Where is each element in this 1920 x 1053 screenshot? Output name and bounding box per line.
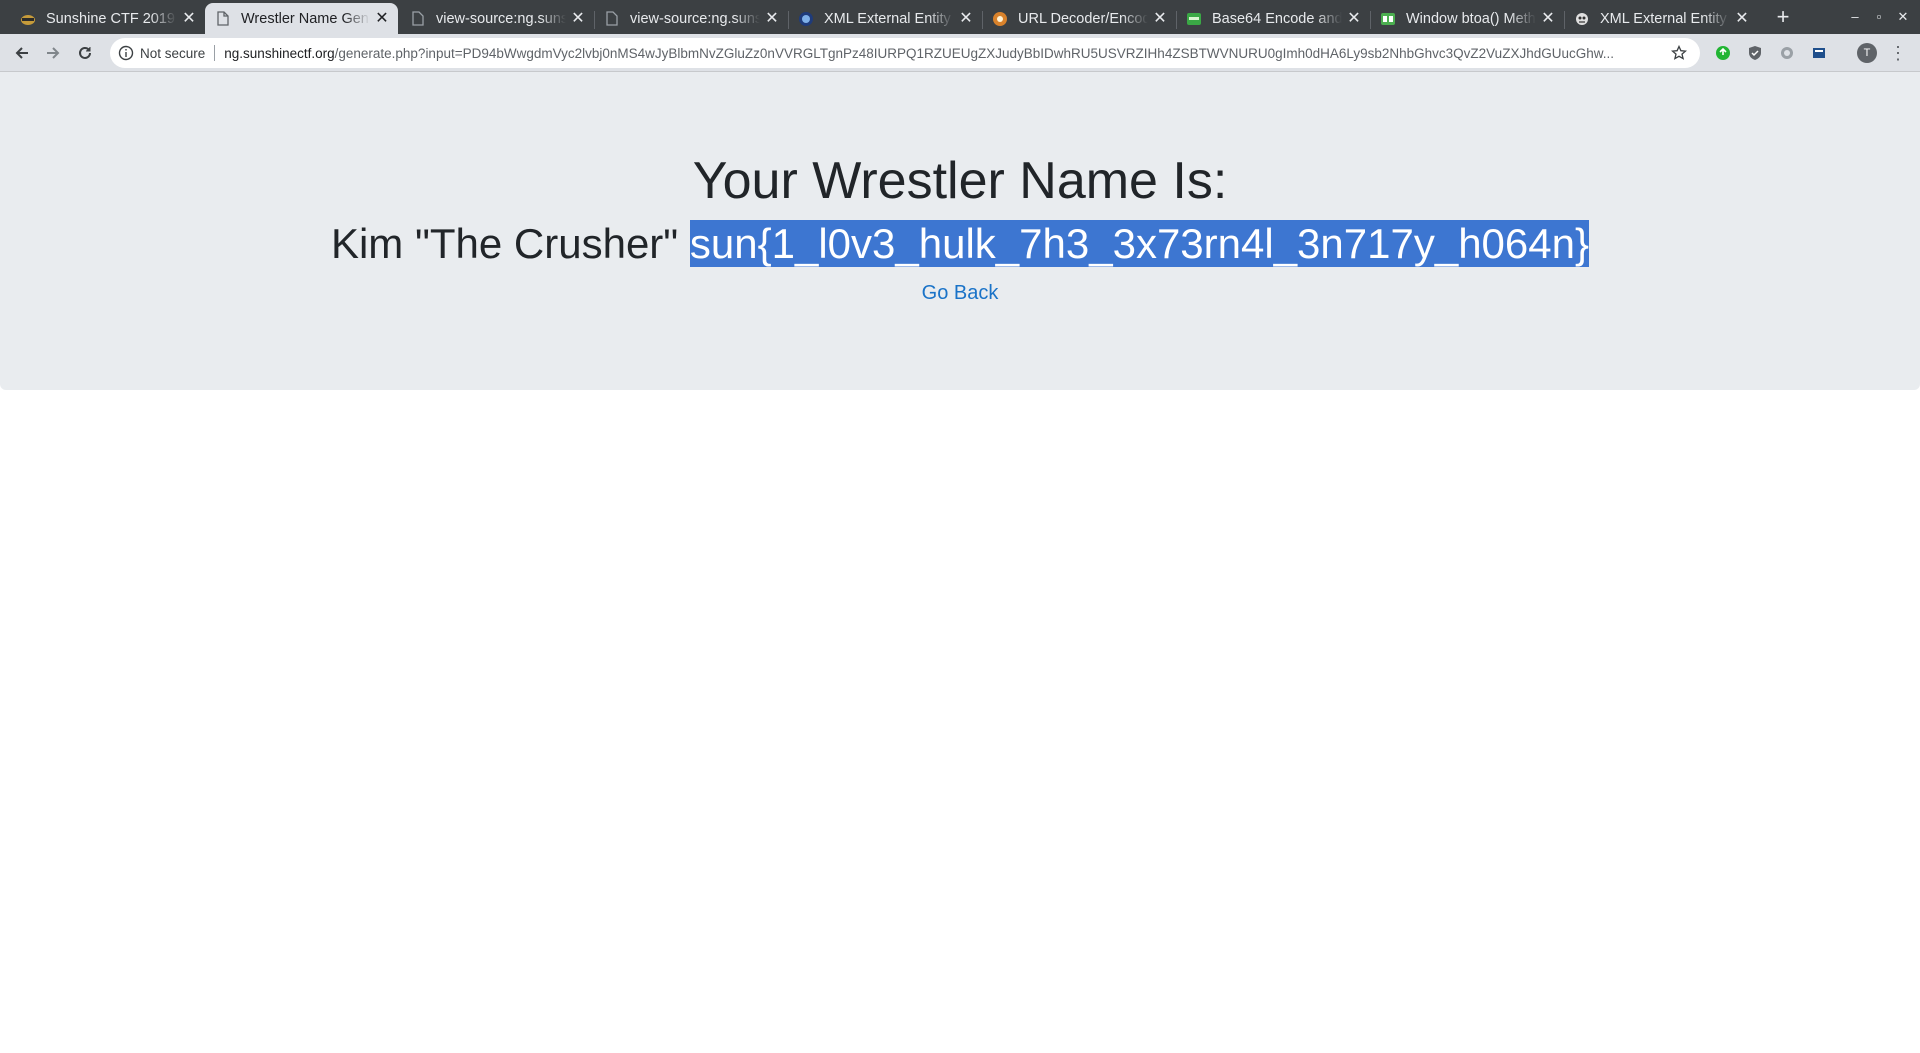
back-button[interactable] xyxy=(10,41,34,65)
bookmark-star-icon[interactable] xyxy=(1668,42,1690,64)
tab-close-icon[interactable]: ✕ xyxy=(1734,10,1750,27)
tab-wrestler-name-generator[interactable]: Wrestler Name Generator ✕ xyxy=(205,3,398,34)
b64-icon xyxy=(1186,11,1202,27)
page-icon xyxy=(410,11,426,27)
wrestler-name: Kim "The Crusher" sun{1_l0v3_hulk_7h3_3x… xyxy=(0,220,1920,268)
forward-button[interactable] xyxy=(41,41,65,65)
tab-title: URL Decoder/Encoder xyxy=(1018,10,1148,27)
info-icon[interactable] xyxy=(118,45,134,61)
flag-text-selected[interactable]: sun{1_l0v3_hulk_7h3_3x73rn4l_3n717y_h064… xyxy=(689,220,1590,267)
new-tab-button[interactable]: + xyxy=(1772,6,1794,28)
reload-icon xyxy=(79,46,91,59)
omnibox-divider xyxy=(214,45,216,61)
extension-circle-icon[interactable] xyxy=(1778,44,1796,62)
tab-close-icon[interactable]: ✕ xyxy=(1152,10,1168,27)
tab-title: XML External Entity xyxy=(1600,10,1727,27)
tab-url-decoder[interactable]: URL Decoder/Encoder ✕ xyxy=(982,3,1176,34)
tab-close-icon[interactable]: ✕ xyxy=(764,10,780,27)
security-label[interactable]: Not secure xyxy=(140,46,205,61)
globe-icon xyxy=(798,11,814,27)
url-host: ng.sunshinectf.org xyxy=(224,45,335,61)
tab-title: Sunshine CTF 2019 xyxy=(46,10,175,27)
page-icon xyxy=(604,11,620,27)
tab-view-source-2[interactable]: view-source:ng.sunshinectf.org ✕ xyxy=(594,3,788,34)
tab-close-icon[interactable]: ✕ xyxy=(570,10,586,27)
go-back-link-container: Go Back xyxy=(0,282,1920,305)
profile-avatar[interactable]: T xyxy=(1857,43,1877,63)
tab-strip: Sunshine CTF 2019 ✕ Wrestler Name Genera… xyxy=(0,0,1920,34)
sunshine-ctf-favicon-icon xyxy=(20,11,36,27)
browser-toolbar: Not secure ng.sunshinectf.org/generate.p… xyxy=(0,34,1920,72)
address-bar[interactable]: Not secure ng.sunshinectf.org/generate.p… xyxy=(110,38,1700,68)
tab-close-icon[interactable]: ✕ xyxy=(1346,10,1362,27)
browser-menu-icon[interactable]: ⋮ xyxy=(1888,43,1908,63)
tab-sunshine-ctf[interactable]: Sunshine CTF 2019 ✕ xyxy=(10,3,205,34)
owasp-icon xyxy=(1574,11,1590,27)
tab-close-icon[interactable]: ✕ xyxy=(1540,10,1556,27)
url-path: /generate.php?input=PD94bWwgdmVyc2lvbj0n… xyxy=(334,45,1614,61)
reload-button[interactable] xyxy=(73,41,97,65)
extension-book-icon[interactable] xyxy=(1810,44,1828,62)
maximize-button[interactable]: ▫ xyxy=(1870,8,1888,26)
page-icon xyxy=(215,11,231,27)
tab-close-icon[interactable]: ✕ xyxy=(181,10,197,27)
tab-base64-encode-decode[interactable]: Base64 Encode and Decode ✕ xyxy=(1176,3,1370,34)
close-window-button[interactable]: ✕ xyxy=(1894,8,1912,26)
tab-close-icon[interactable]: ✕ xyxy=(958,10,974,27)
tab-close-icon[interactable]: ✕ xyxy=(374,10,390,27)
result-jumbotron: Your Wrestler Name Is: Kim "The Crusher"… xyxy=(0,72,1920,390)
arrow-left-icon xyxy=(15,47,28,59)
page-heading: Your Wrestler Name Is: xyxy=(692,152,1228,210)
tab-title: Wrestler Name Generator xyxy=(241,10,370,27)
tab-title: XML External Entity xyxy=(824,10,951,27)
extension-green-icon[interactable] xyxy=(1714,44,1732,62)
w3-icon xyxy=(1380,11,1396,27)
decoder-icon xyxy=(992,11,1008,27)
extension-shield-icon[interactable] xyxy=(1746,44,1764,62)
arrow-right-icon xyxy=(47,47,60,59)
tab-view-source-1[interactable]: view-source:ng.sunshinectf.org ✕ xyxy=(400,3,594,34)
go-back-link[interactable]: Go Back xyxy=(922,282,999,304)
tab-xml-external-entity-2[interactable]: XML External Entity ✕ xyxy=(1564,3,1758,34)
tab-title: Base64 Encode and Decode xyxy=(1212,10,1342,27)
minimize-button[interactable]: – xyxy=(1846,8,1864,26)
tab-title: view-source:ng.sunshinectf.org xyxy=(630,10,760,27)
url-text[interactable]: ng.sunshinectf.org/generate.php?input=PD… xyxy=(224,46,1668,61)
tab-window-btoa[interactable]: Window btoa() Method ✕ xyxy=(1370,3,1564,34)
tab-xml-external-entity-1[interactable]: XML External Entity ✕ xyxy=(788,3,982,34)
tab-title: Window btoa() Method xyxy=(1406,10,1536,27)
tab-title: view-source:ng.sunshinectf.org xyxy=(436,10,566,27)
wrestler-name-prefix: Kim "The Crusher" xyxy=(330,220,690,267)
